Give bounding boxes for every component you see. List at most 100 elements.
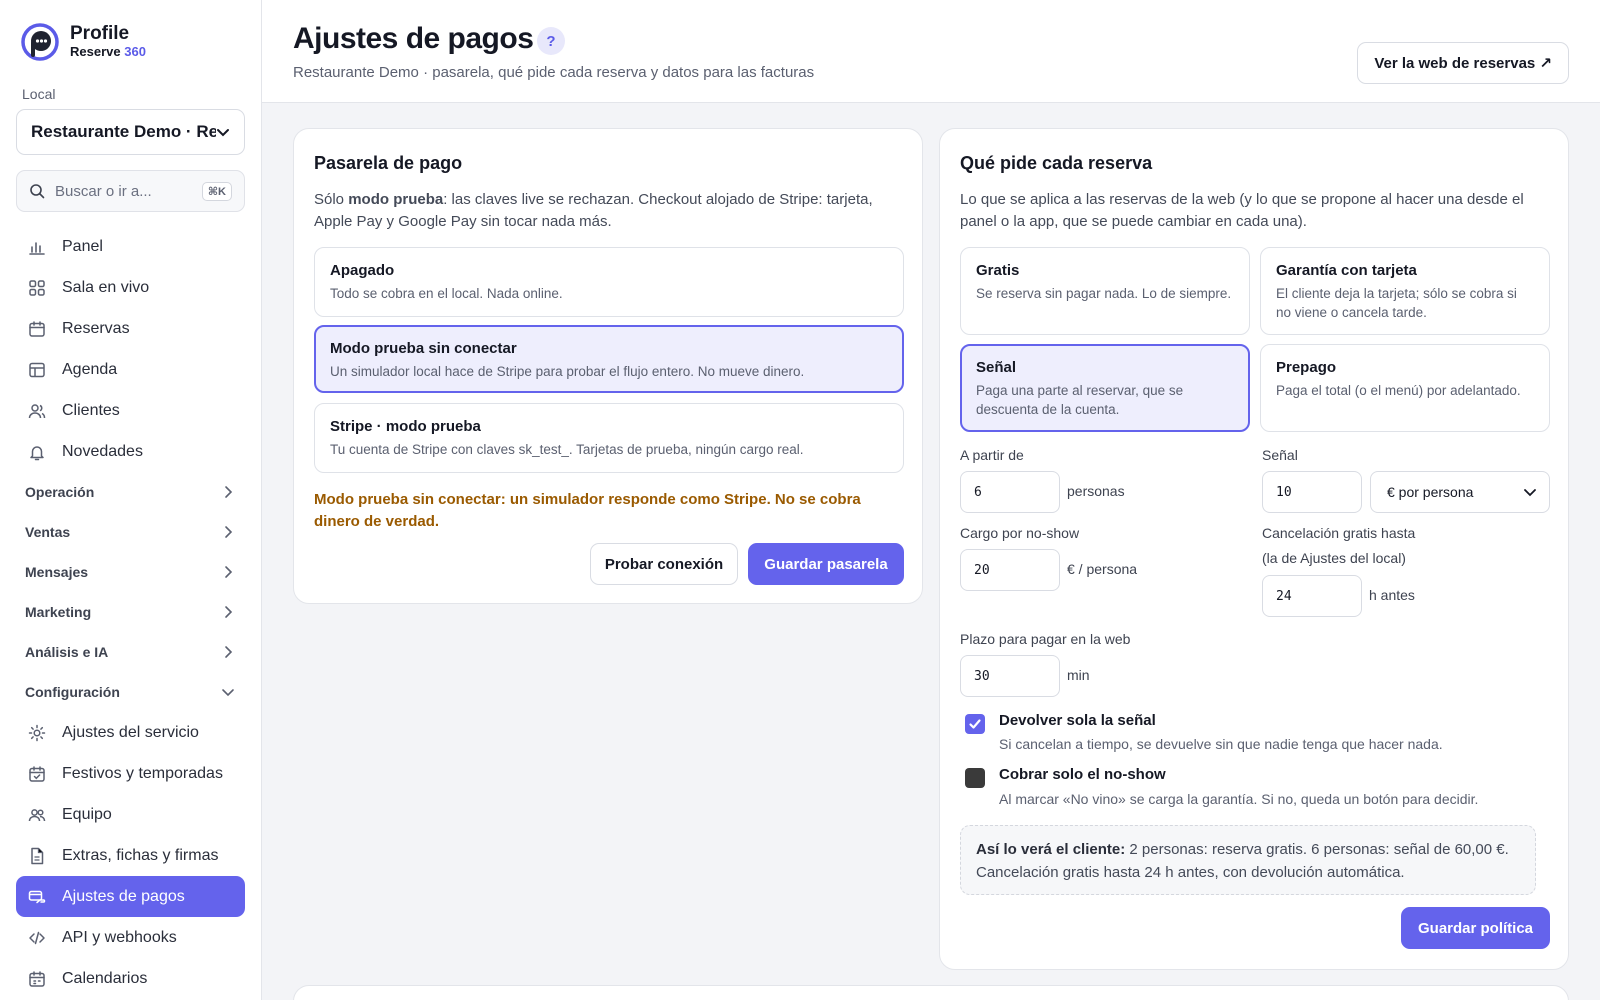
calendar-icon <box>29 970 45 987</box>
option-title: Apagado <box>330 262 395 279</box>
sidebar-item-extras[interactable]: Extras, fichas y firmas <box>16 835 245 876</box>
local-select-value: Restaurante Demo · Res <box>31 122 216 141</box>
local-select[interactable]: Restaurante Demo · Res <box>16 109 245 155</box>
option-description: Todo se cobra en el local. Nada online. <box>330 286 563 301</box>
sidebar-item-sala-en-vivo[interactable]: Sala en vivo <box>16 267 245 308</box>
sidebar-group-marketing[interactable]: Marketing <box>16 592 245 632</box>
bell-icon <box>30 445 44 460</box>
customer-preview: Así lo verá el cliente: 2 personas: rese… <box>960 825 1536 895</box>
brand-name: Profile <box>70 23 130 44</box>
brand-logo-icon <box>21 23 59 61</box>
sidebar-item-label: Clientes <box>62 401 120 419</box>
sidebar-group-label: Marketing <box>25 604 92 620</box>
charge-description: Al marcar «No vino» se carga la garantía… <box>999 791 1479 807</box>
gateway-desc-bold: modo prueba <box>348 191 444 208</box>
deposit-mode-value: € por persona <box>1387 484 1474 500</box>
gateway-option-test-offline[interactable]: Modo prueba sin conectar Un simulador lo… <box>314 325 904 393</box>
charge-title: Cobrar solo el no-show <box>999 766 1166 783</box>
sidebar-item-clientes[interactable]: Clientes <box>16 390 245 431</box>
from-input[interactable]: 6 <box>960 471 1060 513</box>
gateway-option-off[interactable]: Apagado Todo se cobra en el local. Nada … <box>314 247 904 317</box>
cancel-label: Cancelación gratis hasta <box>1262 525 1416 541</box>
sidebar-item-ajustes-servicio[interactable]: Ajustes del servicio <box>16 712 245 753</box>
sidebar-item-label: Panel <box>62 237 103 255</box>
noshow-input[interactable]: 20 <box>960 549 1060 591</box>
search-icon <box>30 184 45 199</box>
sidebar-group-analisis-ia[interactable]: Análisis e IA <box>16 632 245 672</box>
sidebar-group-configuracion[interactable]: Configuración <box>16 672 245 712</box>
noshow-unit: € / persona <box>1067 561 1138 577</box>
view-booking-site-button[interactable]: Ver la web de reservas ↗ <box>1357 42 1569 84</box>
term-label: Plazo para pagar en la web <box>960 631 1131 647</box>
sidebar-item-label: Reservas <box>62 319 130 337</box>
sidebar-item-festivos[interactable]: Festivos y temporadas <box>16 753 245 794</box>
cancel-input[interactable]: 24 <box>1262 575 1362 617</box>
sidebar-item-calendarios[interactable]: Calendarios <box>16 958 245 999</box>
sidebar-nav: Panel Sala en vivo Reservas Agenda Clien… <box>16 226 245 999</box>
page-title: Ajustes de pagos <box>293 22 534 55</box>
gateway-option-stripe-test[interactable]: Stripe · modo prueba Tu cuenta de Stripe… <box>314 403 904 473</box>
save-policy-button[interactable]: Guardar política <box>1401 907 1550 949</box>
sidebar-item-label: Sala en vivo <box>62 278 150 296</box>
sidebar-item-equipo[interactable]: Equipo <box>16 794 245 835</box>
charge-noshow-checkbox[interactable] <box>965 768 985 788</box>
sidebar-item-label: Equipo <box>62 805 112 823</box>
option-description: Paga el total (o el menú) por adelantado… <box>1276 383 1521 398</box>
sidebar-group-ventas[interactable]: Ventas <box>16 512 245 552</box>
sidebar-item-label: Agenda <box>62 360 118 378</box>
brand[interactable]: Profile Reserve 360 <box>20 22 146 62</box>
policy-title: Qué pide cada reserva <box>960 153 1153 173</box>
sidebar-item-ajustes-pagos[interactable]: Ajustes de pagos <box>16 876 245 917</box>
policy-card: Qué pide cada reserva Lo que se aplica a… <box>939 128 1569 970</box>
refund-title: Devolver sola la señal <box>999 712 1156 729</box>
chevron-right-icon <box>225 646 233 658</box>
chevron-right-icon <box>225 606 233 618</box>
sidebar-item-agenda[interactable]: Agenda <box>16 349 245 390</box>
policy-description: Lo que se aplica a las reservas de la we… <box>960 191 1524 230</box>
code-icon <box>29 931 45 944</box>
payment-icon <box>28 890 46 903</box>
preview-label: Así lo verá el cliente: <box>976 841 1126 858</box>
check-icon <box>969 719 981 729</box>
sidebar-item-label: Ajustes del servicio <box>62 723 199 741</box>
refund-checkbox[interactable] <box>965 714 985 734</box>
policy-option-free[interactable]: Gratis Se reserva sin pagar nada. Lo de … <box>960 247 1250 335</box>
option-title: Señal <box>976 359 1017 376</box>
term-input[interactable]: 30 <box>960 655 1060 697</box>
sidebar-item-label: API y webhooks <box>62 928 177 946</box>
page-subtitle: Restaurante Demo · pasarela, qué pide ca… <box>293 64 815 81</box>
option-title: Modo prueba sin conectar <box>330 340 517 357</box>
deposit-mode-select[interactable]: € por persona <box>1370 471 1550 513</box>
sidebar-group-operacion[interactable]: Operación <box>16 472 245 512</box>
sun-icon <box>28 724 46 741</box>
sidebar-item-label: Calendarios <box>62 969 148 987</box>
document-icon <box>31 847 44 864</box>
sidebar-item-novedades[interactable]: Novedades <box>16 431 245 472</box>
sidebar-item-reservas[interactable]: Reservas <box>16 308 245 349</box>
bar-chart-icon <box>29 241 45 255</box>
refund-description: Si cancelan a tiempo, se devuelve sin qu… <box>999 736 1443 752</box>
sidebar-item-api-webhooks[interactable]: API y webhooks <box>16 917 245 958</box>
page-header: Ajustes de pagos ? Restaurante Demo · pa… <box>262 0 1600 103</box>
save-gateway-button[interactable]: Guardar pasarela <box>748 543 904 585</box>
cancel-sublabel: (la de Ajustes del local) <box>1262 550 1406 566</box>
deposit-input[interactable]: 10 <box>1262 471 1362 513</box>
policy-option-card-guarantee[interactable]: Garantía con tarjeta El cliente deja la … <box>1260 247 1550 335</box>
option-title: Prepago <box>1276 359 1337 376</box>
sidebar-group-mensajes[interactable]: Mensajes <box>16 552 245 592</box>
option-title: Stripe · modo prueba <box>330 418 481 435</box>
chevron-down-icon <box>1524 489 1536 497</box>
team-icon <box>28 808 46 821</box>
search-input[interactable]: Buscar o ir a... ⌘K <box>16 170 245 212</box>
help-icon[interactable]: ? <box>537 27 565 55</box>
test-connection-button[interactable]: Probar conexión <box>590 543 738 585</box>
noshow-label: Cargo por no-show <box>960 525 1080 541</box>
next-card <box>293 985 1569 1000</box>
policy-option-deposit[interactable]: Señal Paga una parte al reservar, que se… <box>960 344 1250 432</box>
chevron-right-icon <box>225 566 233 578</box>
sidebar-item-panel[interactable]: Panel <box>16 226 245 267</box>
cancel-unit: h antes <box>1369 587 1415 603</box>
gateway-description: Sólo modo prueba: las claves live se rec… <box>314 189 894 233</box>
policy-option-prepay[interactable]: Prepago Paga el total (o el menú) por ad… <box>1260 344 1550 432</box>
option-title: Gratis <box>976 262 1020 279</box>
